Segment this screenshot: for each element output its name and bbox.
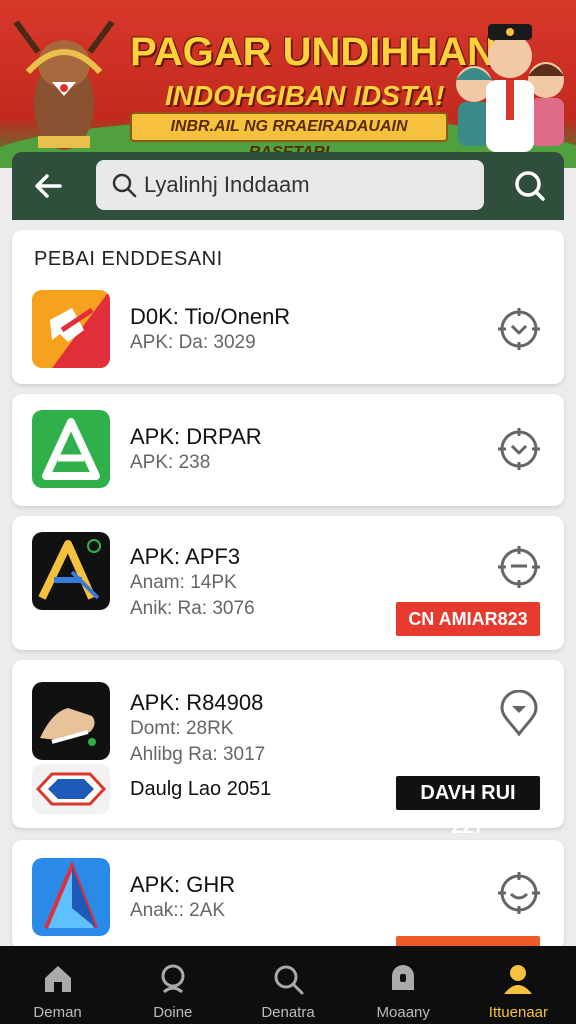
app-name: APK: R84908 (130, 690, 264, 715)
app-name: APK: DRPAR (130, 424, 262, 449)
nav-label: Denatra (261, 1004, 315, 1021)
nav-item-denatra[interactable]: Denatra (230, 946, 345, 1024)
app-meta: Anam: 14PK (130, 572, 237, 593)
status-badge[interactable]: CN AMIAR823 (396, 602, 540, 636)
search-icon (274, 965, 304, 995)
download-circle-icon[interactable] (496, 426, 542, 472)
list-item[interactable]: APK: GHR Anak:: 2AK (12, 840, 564, 950)
blue-badge-app-icon (32, 764, 110, 814)
profile-icon (504, 965, 533, 994)
list-item[interactable]: APK: APF3 Anam: 14PK Anik: Ra: 3076 CN A… (12, 516, 564, 650)
black-gold-a-app-icon (32, 532, 110, 610)
section-title: PEBAI ENDDESANI (34, 248, 223, 270)
app-name: APK: APF3 (130, 544, 241, 569)
app-meta: Domt: 28RK (130, 718, 234, 739)
hat-app-icon (32, 682, 110, 760)
app-meta: Ahlibg Ra: 3017 (130, 744, 266, 765)
search-query: Lyalinhj Inddaam (144, 172, 310, 197)
blue-arrow-app-icon (32, 858, 110, 936)
search-input[interactable]: Lyalinhj Inddaam (96, 160, 484, 210)
nav-label: Moaany (376, 1004, 430, 1021)
app-name: D0K: Tio/OnenR (130, 304, 291, 329)
home-icon (44, 966, 71, 992)
orange-red-puzzle-app-icon (32, 290, 110, 368)
search-icon (112, 173, 137, 198)
download-circle-icon[interactable] (496, 306, 542, 352)
download-circle-icon[interactable] (496, 870, 542, 916)
nav-item-doine[interactable]: Doine (115, 946, 230, 1024)
app-meta: Anik: Ra: 3076 (130, 598, 255, 619)
mascot-icon (13, 20, 115, 150)
bottom-nav: Deman Doine Denatra Moaany Ittuenaar (0, 946, 576, 1024)
nav-item-ittuenaar[interactable]: Ittuenaar (461, 946, 576, 1024)
app-name: APK: GHR (130, 872, 236, 897)
banner-subtitle: INDOHGIBAN IDSTA! (165, 80, 445, 111)
green-a-app-icon (32, 410, 110, 488)
app-meta: APK: Da: 3029 (130, 332, 256, 353)
nav-label: Deman (33, 1004, 82, 1021)
app-meta: Anak:: 2AK (130, 900, 226, 921)
banner-ribbon: INBR.AIL NG RRAEIRADAUAIN RASETARI (130, 112, 448, 161)
list-item[interactable]: APK: DRPAR APK: 238 (12, 394, 564, 506)
people-illustration-icon (456, 24, 564, 152)
app-meta: APK: 238 (130, 452, 211, 473)
search-button-icon[interactable] (510, 166, 550, 206)
list-item[interactable]: PEBAI ENDDESANI D0K: Tio/OnenR APK: Da: … (12, 230, 564, 384)
status-badge[interactable]: DAVH RUI 227 (396, 776, 540, 838)
download-circle-icon[interactable] (496, 544, 542, 590)
app-meta: Daulg Lao 2051 (130, 778, 272, 800)
nav-item-home[interactable]: Deman (0, 946, 115, 1024)
nav-label: Ittuenaar (488, 1004, 549, 1021)
lock-icon (392, 965, 415, 990)
back-arrow-icon[interactable] (30, 168, 66, 204)
nav-label: Doine (153, 1004, 193, 1021)
nav-item-moaany[interactable]: Moaany (346, 946, 461, 1024)
list-item[interactable]: APK: R84908 Domt: 28RK Ahlibg Ra: 3017 D… (12, 660, 564, 838)
location-pin-icon[interactable] (496, 690, 542, 736)
search-icon (161, 964, 185, 994)
search-toolbar: Lyalinhj Inddaam (12, 152, 564, 220)
promo-banner[interactable]: PAGAR UNDIHHAN INDOHGIBAN IDSTA! INBR.AI… (0, 0, 576, 168)
